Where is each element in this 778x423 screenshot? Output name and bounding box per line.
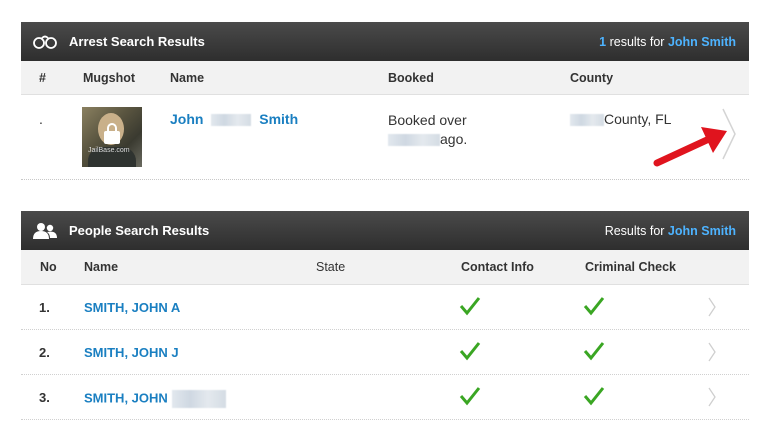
arrest-results-header: Arrest Search Results 1 results for John…	[21, 22, 749, 61]
col-mugshot: Mugshot	[83, 71, 136, 85]
results-for-text: Results for	[604, 223, 668, 238]
query-last: Smith	[701, 223, 736, 238]
check-icon	[583, 297, 605, 316]
lock-icon	[104, 123, 120, 144]
arrest-column-header: # Mugshot Name Booked County	[21, 61, 749, 95]
chevron-right-icon[interactable]	[707, 386, 717, 408]
query-first: John	[667, 223, 698, 238]
red-arrow-icon	[653, 127, 727, 167]
first-name: John	[170, 111, 204, 127]
booked-info: Booked over ago.	[388, 111, 467, 149]
handcuffs-icon	[33, 33, 57, 51]
col-contact-info: Contact Info	[461, 260, 534, 274]
booked-line2: ago.	[440, 131, 468, 147]
check-icon	[459, 342, 481, 361]
redacted-middle-initial	[171, 390, 226, 408]
people-results-summary: Results for John Smith	[605, 224, 736, 238]
col-criminal-check: Criminal Check	[585, 260, 677, 274]
arrest-result-row[interactable]: . JailBase.com John Smith Booked over ag…	[21, 95, 749, 180]
last-name: Smith	[259, 111, 299, 127]
arrest-name-link[interactable]: John Smith	[170, 111, 298, 127]
person-name: SMITH, JOHN	[84, 390, 168, 406]
booked-line1: Booked over	[388, 112, 467, 128]
people-results-panel: People Search Results Results for John S…	[21, 211, 749, 420]
people-row[interactable]: 3. SMITH, JOHN	[21, 375, 749, 420]
people-icon	[33, 222, 57, 240]
mugshot-watermark: JailBase.com	[88, 147, 130, 154]
row-index: .	[39, 111, 43, 127]
results-for-text: results for	[606, 34, 668, 49]
chevron-right-icon[interactable]	[707, 341, 717, 363]
redacted-booked-time	[388, 134, 440, 147]
person-name-link[interactable]: SMITH, JOHN J	[84, 345, 179, 360]
col-name: Name	[84, 260, 119, 274]
arrest-results-summary: 1 results for John Smith	[599, 35, 736, 49]
search-query: John Smith	[667, 34, 736, 49]
col-county: County	[570, 71, 614, 85]
arrest-results-panel: Arrest Search Results 1 results for John…	[21, 22, 749, 180]
check-icon	[583, 387, 605, 406]
check-icon	[459, 297, 481, 316]
people-column-header: No Name State Contact Info Criminal Chec…	[21, 250, 749, 285]
people-results-title: People Search Results	[69, 223, 210, 238]
check-icon	[459, 387, 481, 406]
col-state: State	[316, 260, 346, 274]
row-number: 1.	[39, 300, 50, 315]
mugshot-thumbnail[interactable]: JailBase.com	[82, 107, 142, 167]
people-results-header: People Search Results Results for John S…	[21, 211, 749, 250]
arrest-results-title: Arrest Search Results	[69, 34, 205, 49]
person-name-link[interactable]: SMITH, JOHN A	[84, 300, 180, 315]
col-no: No	[40, 260, 57, 274]
col-booked: Booked	[388, 71, 434, 85]
people-row[interactable]: 1. SMITH, JOHN A	[21, 285, 749, 330]
col-index: #	[39, 71, 46, 85]
chevron-right-icon[interactable]	[707, 296, 717, 318]
redacted-county-name	[570, 114, 604, 127]
row-number: 3.	[39, 390, 50, 405]
people-row[interactable]: 2. SMITH, JOHN J	[21, 330, 749, 375]
check-icon	[583, 342, 605, 361]
col-name: Name	[170, 71, 205, 85]
person-name-link[interactable]: SMITH, JOHN	[84, 390, 226, 408]
row-number: 2.	[39, 345, 50, 360]
redacted-middle-name	[211, 114, 252, 127]
